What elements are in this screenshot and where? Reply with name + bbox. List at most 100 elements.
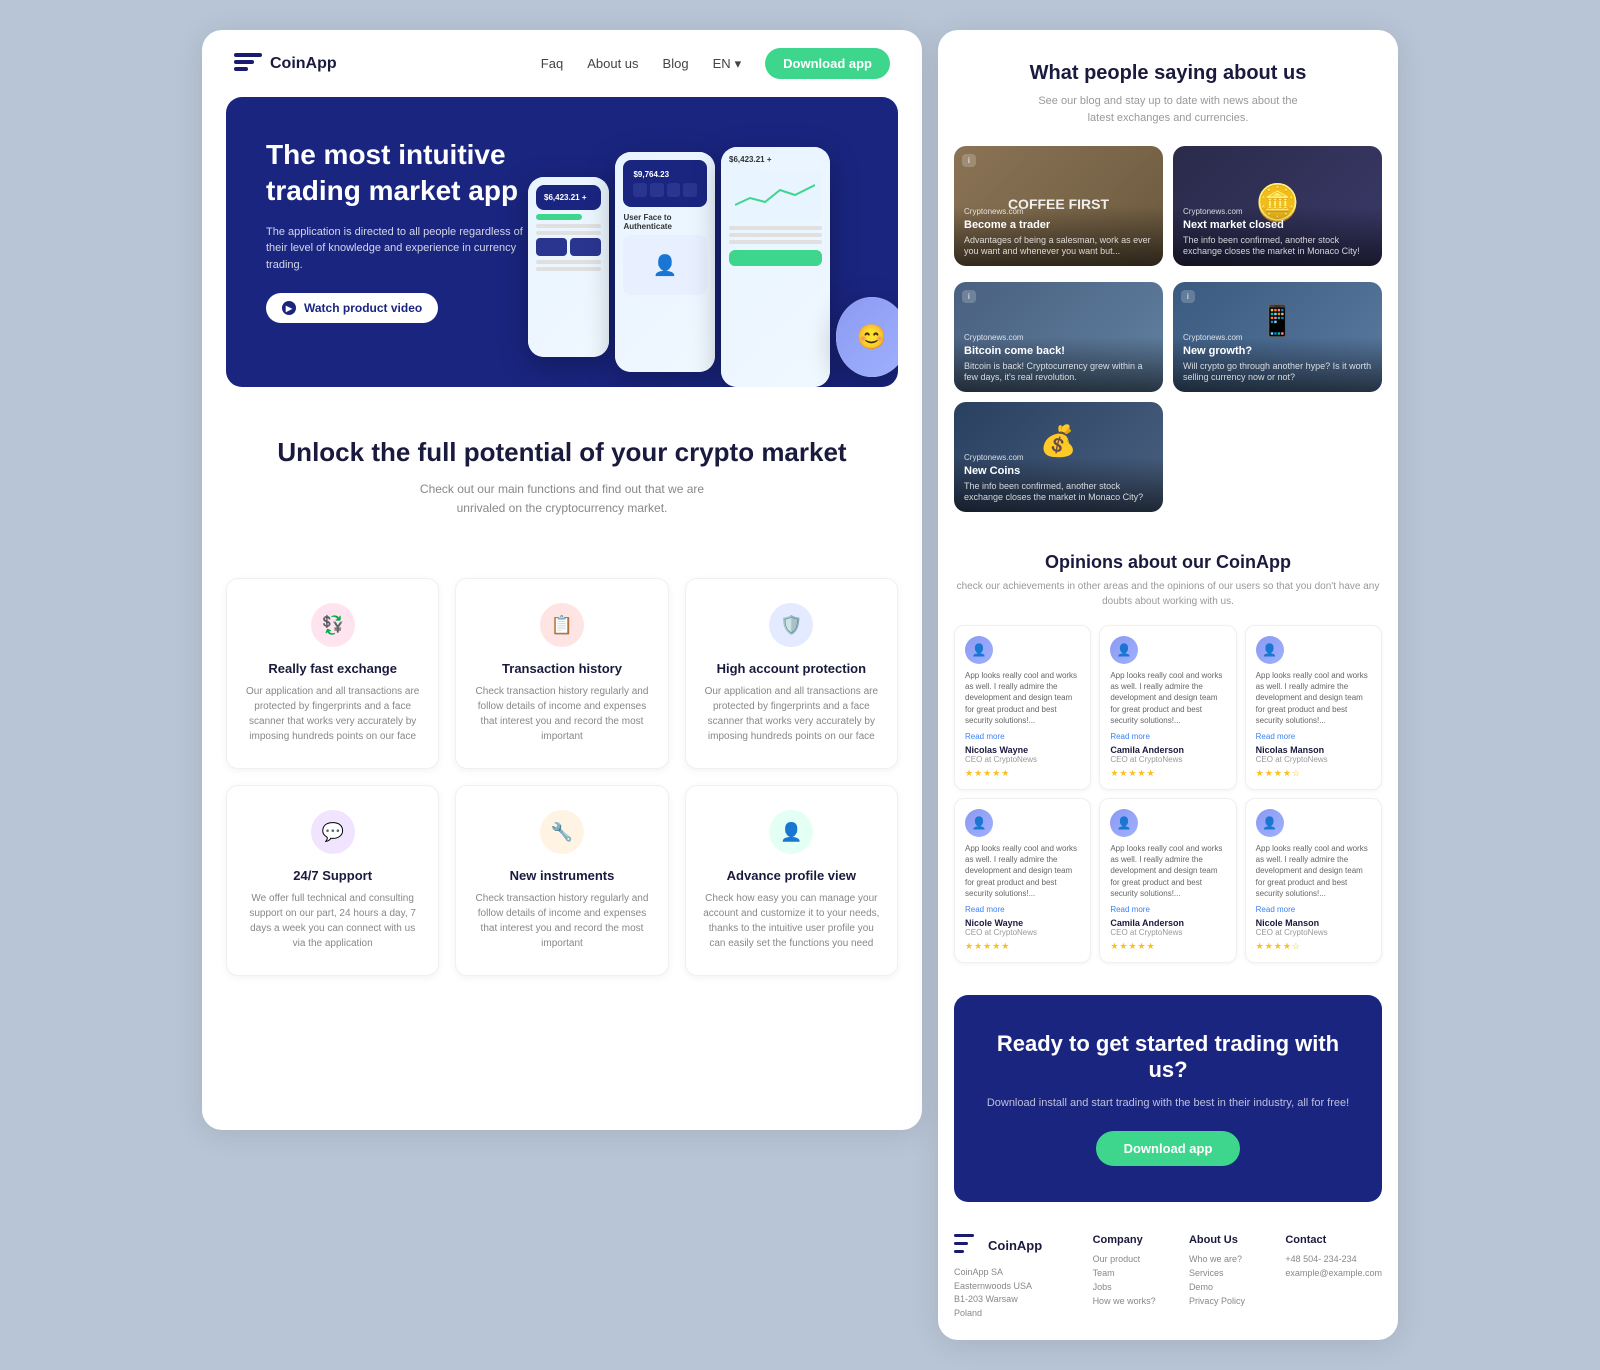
unlock-subtitle: Check out our main functions and find ou… bbox=[402, 480, 722, 518]
feature-card-profile: 👤 Advance profile view Check how easy yo… bbox=[685, 785, 898, 976]
reviewer-role-2: CEO at CryptoNews bbox=[1256, 755, 1371, 764]
feature-title-exchange: Really fast exchange bbox=[243, 661, 422, 676]
cta-download-button[interactable]: Download app bbox=[1096, 1131, 1241, 1166]
opinions-subtitle: check our achievements in other areas an… bbox=[954, 579, 1382, 609]
video-source-bitcoin: Cryptonews.com bbox=[964, 333, 1153, 342]
support-icon: 💬 bbox=[311, 810, 355, 854]
reviewer-role-5: CEO at CryptoNews bbox=[1256, 928, 1371, 937]
nav-faq[interactable]: Faq bbox=[541, 56, 563, 71]
video-badge-trader: i bbox=[962, 154, 976, 167]
footer-company: Company Our product Team Jobs How we wor… bbox=[1093, 1234, 1177, 1320]
reviews-grid-bottom: 👤 App looks really cool and works as wel… bbox=[954, 798, 1382, 963]
nav-about[interactable]: About us bbox=[587, 56, 638, 71]
footer-contact-email[interactable]: example@example.com bbox=[1285, 1268, 1382, 1278]
video-card-market[interactable]: Cryptonews.com Next market closed The in… bbox=[1173, 146, 1382, 266]
stars-3: ★★★★★ bbox=[965, 941, 1080, 952]
feature-desc-profile: Check how easy you can manage your accou… bbox=[702, 891, 881, 951]
video-grid-bottom: i Cryptonews.com Bitcoin come back! Bitc… bbox=[938, 282, 1398, 528]
logo-text: CoinApp bbox=[270, 55, 337, 73]
review-text-3: App looks really cool and works as well.… bbox=[965, 843, 1080, 899]
footer-company-how[interactable]: How we works? bbox=[1093, 1296, 1177, 1306]
reviewer-role-4: CEO at CryptoNews bbox=[1110, 928, 1225, 937]
logo[interactable]: CoinApp bbox=[234, 53, 337, 75]
video-source: Cryptonews.com bbox=[964, 207, 1153, 216]
read-more-2[interactable]: Read more bbox=[1256, 732, 1371, 741]
video-title-newcoins: New Coins bbox=[964, 464, 1153, 478]
reviewer-name-4: Camila Anderson bbox=[1110, 918, 1225, 928]
footer-logo: CoinApp bbox=[954, 1234, 1081, 1256]
feature-card-history: 📋 Transaction history Check transaction … bbox=[455, 578, 668, 769]
language-selector[interactable]: EN ▾ bbox=[713, 56, 742, 72]
video-source-newcoins: Cryptonews.com bbox=[964, 453, 1153, 462]
logo-icon bbox=[234, 53, 262, 75]
footer-about-demo[interactable]: Demo bbox=[1189, 1282, 1273, 1292]
reviewer-avatar-4: 👤 bbox=[1110, 809, 1138, 837]
video-badge-bitcoin: i bbox=[962, 290, 976, 303]
footer-about-services[interactable]: Services bbox=[1189, 1268, 1273, 1278]
video-label-growth: Cryptonews.com New growth? Will crypto g… bbox=[1173, 325, 1382, 392]
left-panel: CoinApp Faq About us Blog EN ▾ Download … bbox=[202, 30, 922, 1130]
hero-text: The most intuitive trading market app Th… bbox=[266, 137, 526, 323]
read-more-1[interactable]: Read more bbox=[1110, 732, 1225, 741]
opinions-header: Opinions about our CoinApp check our ach… bbox=[954, 544, 1382, 625]
video-card-trader[interactable]: i Cryptonews.com Become a trader Advanta… bbox=[954, 146, 1163, 266]
history-icon: 📋 bbox=[540, 603, 584, 647]
reviewer-avatar-3: 👤 bbox=[965, 809, 993, 837]
video-card-newcoins[interactable]: Cryptonews.com New Coins The info been c… bbox=[954, 402, 1163, 512]
download-app-button[interactable]: Download app bbox=[765, 48, 890, 79]
footer-brand-name: CoinApp bbox=[988, 1238, 1042, 1253]
footer-about-who[interactable]: Who we are? bbox=[1189, 1254, 1273, 1264]
right-panel: What people saying about us See our blog… bbox=[938, 30, 1398, 1340]
exchange-icon: 💱 bbox=[311, 603, 355, 647]
feature-card-exchange: 💱 Really fast exchange Our application a… bbox=[226, 578, 439, 769]
reviewer-name-3: Nicole Wayne bbox=[965, 918, 1080, 928]
footer-about-privacy[interactable]: Privacy Policy bbox=[1189, 1296, 1273, 1306]
review-card-3: 👤 App looks really cool and works as wel… bbox=[954, 798, 1091, 963]
review-text-2: App looks really cool and works as well.… bbox=[1256, 670, 1371, 726]
review-card-1: 👤 App looks really cool and works as wel… bbox=[1099, 625, 1236, 790]
video-card-bitcoin[interactable]: i Cryptonews.com Bitcoin come back! Bitc… bbox=[954, 282, 1163, 392]
read-more-3[interactable]: Read more bbox=[965, 905, 1080, 914]
footer-contact-phone[interactable]: +48 504- 234-234 bbox=[1285, 1254, 1382, 1264]
instruments-icon: 🔧 bbox=[540, 810, 584, 854]
watch-video-button[interactable]: ▶ Watch product video bbox=[266, 293, 438, 323]
read-more-4[interactable]: Read more bbox=[1110, 905, 1225, 914]
lang-text: EN bbox=[713, 56, 731, 71]
video-card-growth[interactable]: i Cryptonews.com New growth? Will crypto… bbox=[1173, 282, 1382, 392]
hero-section: The most intuitive trading market app Th… bbox=[226, 97, 898, 387]
stars-5: ★★★★☆ bbox=[1256, 941, 1371, 952]
read-more-0[interactable]: Read more bbox=[965, 732, 1080, 741]
feature-card-protection: 🛡️ High account protection Our applicati… bbox=[685, 578, 898, 769]
footer-about: About Us Who we are? Services Demo Priva… bbox=[1189, 1234, 1273, 1320]
feature-desc-exchange: Our application and all transactions are… bbox=[243, 684, 422, 744]
video-desc-growth: Will crypto go through another hype? Is … bbox=[1183, 361, 1372, 384]
nav-blog[interactable]: Blog bbox=[663, 56, 689, 71]
reviews-grid-top: 👤 App looks really cool and works as wel… bbox=[954, 625, 1382, 790]
feature-desc-support: We offer full technical and consulting s… bbox=[243, 891, 422, 951]
reviewer-role-0: CEO at CryptoNews bbox=[965, 755, 1080, 764]
read-more-5[interactable]: Read more bbox=[1256, 905, 1371, 914]
footer-company-product[interactable]: Our product bbox=[1093, 1254, 1177, 1264]
cta-section: Ready to get started trading with us? Do… bbox=[954, 995, 1382, 1203]
footer-address: CoinApp SA Easternwoods USA B1-203 Warsa… bbox=[954, 1266, 1081, 1320]
footer-company-jobs[interactable]: Jobs bbox=[1093, 1282, 1177, 1292]
feature-desc-history: Check transaction history regularly and … bbox=[472, 684, 651, 744]
feature-card-support: 💬 24/7 Support We offer full technical a… bbox=[226, 785, 439, 976]
watch-btn-label: Watch product video bbox=[304, 301, 422, 315]
reviewer-role-1: CEO at CryptoNews bbox=[1110, 755, 1225, 764]
footer: CoinApp CoinApp SA Easternwoods USA B1-2… bbox=[938, 1210, 1398, 1320]
feature-title-history: Transaction history bbox=[472, 661, 651, 676]
video-desc-bitcoin: Bitcoin is back! Cryptocurrency grew wit… bbox=[964, 361, 1153, 384]
footer-about-title: About Us bbox=[1189, 1234, 1273, 1246]
stars-2: ★★★★☆ bbox=[1256, 768, 1371, 779]
hero-phones: $6,423.21 + $9,764.23 bbox=[528, 107, 898, 387]
video-title-bitcoin: Bitcoin come back! bbox=[964, 344, 1153, 358]
video-desc-market: The info been confirmed, another stock e… bbox=[1183, 235, 1372, 258]
footer-brand: CoinApp CoinApp SA Easternwoods USA B1-2… bbox=[954, 1234, 1081, 1320]
review-card-5: 👤 App looks really cool and works as wel… bbox=[1245, 798, 1382, 963]
footer-company-team[interactable]: Team bbox=[1093, 1268, 1177, 1278]
video-label-newcoins: Cryptonews.com New Coins The info been c… bbox=[954, 445, 1163, 512]
review-text-5: App looks really cool and works as well.… bbox=[1256, 843, 1371, 899]
feature-title-protection: High account protection bbox=[702, 661, 881, 676]
feature-desc-instruments: Check transaction history regularly and … bbox=[472, 891, 651, 951]
